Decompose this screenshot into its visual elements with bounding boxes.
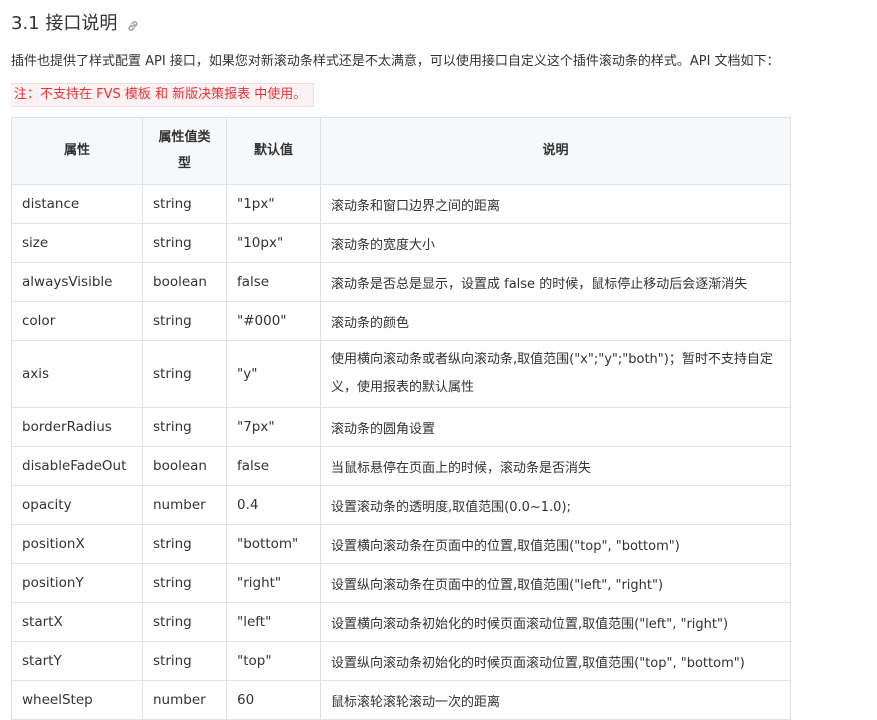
header-default: 默认值 [226,117,321,185]
cell-default: "10px" [226,223,321,263]
header-attr: 属性 [11,117,143,185]
cell-default: "bottom" [226,524,321,564]
cell-desc: 滚动条是否总是显示，设置成 false 的时候，鼠标停止移动后会逐渐消失 [320,262,791,302]
cell-desc: 使用横向滚动条或者纵向滚动条,取值范围("x";"y";"both")；暂时不支… [320,340,791,408]
cell-desc: 滚动条的宽度大小 [320,223,791,263]
table-row: alwaysVisible boolean false 滚动条是否总是显示，设置… [11,262,791,302]
cell-type: string [142,184,227,224]
table-row: size string "10px" 滚动条的宽度大小 [11,223,791,263]
cell-desc: 设置滚动条的透明度,取值范围(0.0~1.0); [320,485,791,525]
cell-type: string [142,641,227,681]
cell-default: 60 [226,680,321,720]
header-type: 属性值类型 [142,117,227,185]
cell-attr: wheelStep [11,680,143,720]
cell-type: number [142,680,227,720]
intro-paragraph: 插件也提供了样式配置 API 接口，如果您对新滚动条样式还是不太满意，可以使用接… [11,54,780,69]
api-properties-table: 属性 属性值类型 默认值 说明 distance string "1px" 滚动… [11,117,791,720]
section-title: 3.1 接口说明 [11,13,118,34]
cell-attr: size [11,223,143,263]
cell-default: false [226,262,321,302]
cell-attr: disableFadeOut [11,446,143,486]
table-row: startY string "top" 设置纵向滚动条初始化的时候页面滚动位置,… [11,641,791,681]
cell-default: "right" [226,563,321,603]
cell-desc: 滚动条的颜色 [320,301,791,341]
header-desc: 说明 [320,117,791,185]
warning-note: 注：不支持在 FVS 模板 和 新版决策报表 中使用。 [11,83,315,107]
table-row: opacity number 0.4 设置滚动条的透明度,取值范围(0.0~1.… [11,485,791,525]
table-row: distance string "1px" 滚动条和窗口边界之间的距离 [11,184,791,224]
cell-attr: alwaysVisible [11,262,143,302]
cell-default: false [226,446,321,486]
cell-type: string [142,223,227,263]
section-heading: 3.1 接口说明 [11,8,140,36]
cell-default: "y" [226,340,321,408]
cell-default: "top" [226,641,321,681]
cell-type: boolean [142,262,227,302]
cell-type: string [142,602,227,642]
table-row: wheelStep number 60 鼠标滚轮滚轮滚动一次的距离 [11,680,791,720]
cell-desc: 设置横向滚动条初始化的时候页面滚动位置,取值范围("left", "right"… [320,602,791,642]
cell-type: number [142,485,227,525]
cell-attr: color [11,301,143,341]
cell-desc: 设置横向滚动条在页面中的位置,取值范围("top", "bottom") [320,524,791,564]
table-row: color string "#000" 滚动条的颜色 [11,301,791,341]
table-header-row: 属性 属性值类型 默认值 说明 [11,117,791,185]
table-row: disableFadeOut boolean false 当鼠标悬停在页面上的时… [11,446,791,486]
table-row: axis string "y" 使用横向滚动条或者纵向滚动条,取值范围("x";… [11,340,791,408]
cell-type: string [142,524,227,564]
table-row: positionX string "bottom" 设置横向滚动条在页面中的位置… [11,524,791,564]
cell-attr: borderRadius [11,407,143,447]
cell-type: string [142,563,227,603]
cell-default: "1px" [226,184,321,224]
cell-desc: 设置纵向滚动条在页面中的位置,取值范围("left", "right") [320,563,791,603]
cell-desc: 当鼠标悬停在页面上的时候，滚动条是否消失 [320,446,791,486]
table-row: startX string "left" 设置横向滚动条初始化的时候页面滚动位置… [11,602,791,642]
cell-type: string [142,301,227,341]
cell-attr: startX [11,602,143,642]
cell-attr: axis [11,340,143,408]
cell-attr: opacity [11,485,143,525]
cell-desc: 滚动条和窗口边界之间的距离 [320,184,791,224]
cell-type: boolean [142,446,227,486]
cell-attr: positionY [11,563,143,603]
cell-desc: 设置纵向滚动条初始化的时候页面滚动位置,取值范围("top", "bottom"… [320,641,791,681]
cell-attr: startY [11,641,143,681]
cell-desc: 滚动条的圆角设置 [320,407,791,447]
link-icon[interactable] [126,17,140,31]
cell-default: 0.4 [226,485,321,525]
cell-default: "#000" [226,301,321,341]
cell-default: "left" [226,602,321,642]
table-row: positionY string "right" 设置纵向滚动条在页面中的位置,… [11,563,791,603]
table-row: borderRadius string "7px" 滚动条的圆角设置 [11,407,791,447]
cell-default: "7px" [226,407,321,447]
cell-desc: 鼠标滚轮滚轮滚动一次的距离 [320,680,791,720]
cell-attr: positionX [11,524,143,564]
cell-type: string [142,340,227,408]
cell-type: string [142,407,227,447]
cell-attr: distance [11,184,143,224]
